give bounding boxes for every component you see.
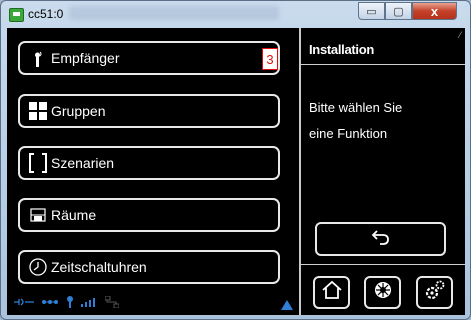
grid-icon xyxy=(27,102,49,120)
settings-icon xyxy=(424,279,446,306)
menu-panel: Empfänger 3 Gruppen Szenarien Räume Zeit… xyxy=(7,28,299,315)
signal-bars-icon xyxy=(81,297,99,310)
maximize-button[interactable]: ▢ xyxy=(385,2,412,20)
empfaenger-button[interactable]: Empfänger 3 xyxy=(18,41,280,75)
sun-icon xyxy=(372,280,394,305)
panel-text-line2: eine Funktion xyxy=(309,126,388,141)
menu-label-szenarien: Szenarien xyxy=(51,155,115,171)
network-icon xyxy=(41,297,59,310)
connection-icon xyxy=(13,297,35,310)
menu-label-raeume: Räume xyxy=(51,207,97,223)
back-arrow-icon xyxy=(371,227,391,252)
menu-label-empfaenger: Empfänger xyxy=(51,50,120,66)
app-client-area: Empfänger 3 Gruppen Szenarien Räume Zeit… xyxy=(7,28,465,315)
szenarien-button[interactable]: Szenarien xyxy=(18,146,280,180)
home-icon xyxy=(321,280,343,305)
app-window: cc51:0 ▭ ▢ x Empfänger 3 Gruppen Szenari… xyxy=(0,0,471,320)
clock-icon xyxy=(27,258,49,276)
back-button[interactable] xyxy=(315,222,446,256)
panel-title: Installation xyxy=(309,42,375,57)
panel-separator xyxy=(301,64,465,65)
footer-separator xyxy=(301,264,465,265)
status-bar xyxy=(7,293,299,313)
sun-button[interactable] xyxy=(364,276,401,309)
antenna-status-icon xyxy=(65,295,75,311)
blurred-title-area xyxy=(69,6,279,20)
lan-icon xyxy=(104,295,120,311)
zeitschaltuhren-button[interactable]: Zeitschaltuhren xyxy=(18,250,280,284)
gruppen-button[interactable]: Gruppen xyxy=(18,94,280,128)
raeume-button[interactable]: Räume xyxy=(18,198,280,232)
room-icon xyxy=(27,208,49,222)
brackets-icon xyxy=(27,153,49,173)
settings-button[interactable] xyxy=(416,276,453,309)
menu-label-gruppen: Gruppen xyxy=(51,103,106,119)
count-badge: 3 xyxy=(262,48,278,70)
home-button[interactable] xyxy=(313,276,350,309)
title-bar[interactable]: cc51:0 ▭ ▢ x xyxy=(1,1,470,27)
scroll-up-icon[interactable] xyxy=(281,300,293,310)
panel-text-line1: Bitte wählen Sie xyxy=(309,100,403,115)
window-title: cc51:0 xyxy=(28,7,64,21)
app-icon xyxy=(9,8,24,22)
antenna-icon xyxy=(27,49,49,67)
resize-grip-icon[interactable]: ⁄ xyxy=(459,30,461,40)
minimize-button[interactable]: ▭ xyxy=(358,2,385,20)
close-button[interactable]: x xyxy=(412,2,457,20)
info-panel: ⁄ Installation Bitte wählen Sie eine Fun… xyxy=(301,28,465,315)
menu-label-zeitschaltuhren: Zeitschaltuhren xyxy=(51,259,147,275)
